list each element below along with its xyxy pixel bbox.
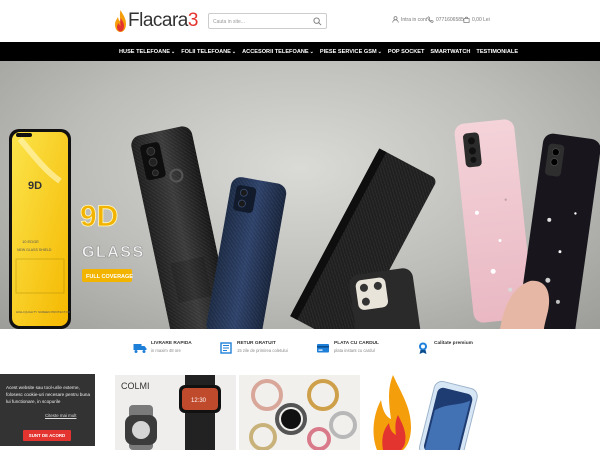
svg-text:NEW GLASS SHIELD: NEW GLASS SHIELD <box>17 248 52 252</box>
nav-item-folii-telefoane[interactable]: FOLII TELEFOANE ⌄ <box>181 49 236 55</box>
glass-protector-image <box>363 375 484 450</box>
svg-text:FULL COVERAGE: FULL COVERAGE <box>86 274 133 280</box>
nav-item-piese-service-gsm[interactable]: PIESE SERVICE GSM ⌄ <box>320 49 382 55</box>
book-flip-case-image <box>290 148 436 329</box>
search-box <box>208 13 327 29</box>
chevron-down-icon: ⌄ <box>309 48 314 55</box>
blue-carbon-case-image <box>206 177 287 329</box>
svg-text:HIGH QUALITY SCREEN PROTECTOR: HIGH QUALITY SCREEN PROTECTOR <box>16 310 71 314</box>
shopping-bag-icon <box>463 16 470 23</box>
svg-text:9D: 9D <box>28 180 42 192</box>
truck-icon <box>133 344 147 353</box>
chevron-down-icon: ⌄ <box>170 48 176 55</box>
site-header: Flacara3 Intra in cont 0771606585 0,00 L… <box>0 0 600 42</box>
feature-livrare-rapida: LIVRARE RAPIDA in maxim 48 ore <box>133 341 192 355</box>
main-nav: HUSE TELEFOANE ⌄ FOLII TELEFOANE ⌄ ACCESOR… <box>0 42 600 61</box>
svg-text:COLMI: COLMI <box>121 381 150 391</box>
feature-title: RETUR GRATUIT <box>237 341 276 346</box>
cart-link[interactable]: 0,00 Lei <box>463 16 490 23</box>
feature-title: Calitate premium <box>434 341 473 346</box>
phone-link[interactable]: 0771606585 <box>427 16 464 23</box>
return-box-icon <box>220 342 232 354</box>
medal-icon <box>419 342 427 354</box>
chevron-down-icon: ⌄ <box>377 48 382 55</box>
svg-text:12:30: 12:30 <box>191 398 207 404</box>
screen-protector-image: 9D 10 EDGE NEW GLASS SHIELD HIGH QUALITY… <box>9 129 71 329</box>
features-strip: LIVRARE RAPIDA in maxim 48 ore RETUR GRA… <box>0 329 600 375</box>
logo-text: Flacara3 <box>128 10 198 31</box>
feature-subtitle: plata instant cu cardul <box>334 348 375 353</box>
flame-icon <box>115 10 126 32</box>
feature-retur-gratuit: RETUR GRATUIT 15 zile de primirea coletu… <box>219 341 288 355</box>
cookie-accept-button[interactable]: SUNT DE ACORD <box>23 430 71 441</box>
ring-holder-tile[interactable] <box>239 375 360 450</box>
nav-item-testimoniale[interactable]: TESTIMONIALE <box>476 49 518 55</box>
feature-subtitle: in maxim 48 ore <box>151 348 181 353</box>
feature-title: LIVRARE RAPIDA <box>151 341 192 346</box>
login-link[interactable]: Intra in cont <box>392 16 427 23</box>
feature-title: PLATA CU CARDUL <box>334 341 379 346</box>
ring-holders-image <box>239 375 360 450</box>
feature-plata-cu-cardul: PLATA CU CARDUL plata instant cu cardul <box>316 341 379 355</box>
svg-text:GLASS: GLASS <box>82 244 145 261</box>
cookie-text: Acest website sau tool-urile externe, fo… <box>6 385 91 404</box>
phone-number: 0771606585 <box>436 16 464 23</box>
svg-text:10 EDGE: 10 EDGE <box>22 239 39 244</box>
hero-banner[interactable]: 9D 10 EDGE NEW GLASS SHIELD HIGH QUALITY… <box>0 61 600 329</box>
svg-text:9D: 9D <box>80 200 118 233</box>
search-input[interactable] <box>213 16 313 27</box>
glass-promo-text: 9D GLASS FULL COVERAGE <box>80 200 145 282</box>
cart-total: 0,00 Lei <box>472 16 490 23</box>
hero-banner-illustration: 9D 10 EDGE NEW GLASS SHIELD HIGH QUALITY… <box>9 119 600 329</box>
phone-icon <box>427 16 434 23</box>
screen-protector-tile[interactable] <box>363 375 484 450</box>
smartwatch-tile[interactable]: COLMI 12:30 <box>115 375 236 450</box>
user-icon <box>392 16 399 23</box>
cookie-read-more-link[interactable]: Citeste mai mult <box>45 413 76 418</box>
feature-subtitle: 15 zile de primirea coletului <box>237 348 288 353</box>
feature-calitate-premium: Calitate premium <box>416 341 473 355</box>
login-label: Intra in cont <box>401 16 428 23</box>
nav-item-pop-socket[interactable]: POP SOCKET <box>388 49 425 55</box>
nav-item-accesorii-telefoane[interactable]: ACCESORII TELEFOANE ⌄ <box>242 49 314 55</box>
nav-item-smartwatch[interactable]: SMARTWATCH <box>430 49 470 55</box>
chevron-down-icon: ⌄ <box>231 48 237 55</box>
nav-item-huse-telefoane[interactable]: HUSE TELEFOANE ⌄ <box>119 49 175 55</box>
card-icon <box>317 344 329 353</box>
logo[interactable]: Flacara3 <box>114 7 198 35</box>
smartwatch-image: COLMI 12:30 <box>115 375 236 450</box>
search-icon[interactable] <box>313 17 322 26</box>
